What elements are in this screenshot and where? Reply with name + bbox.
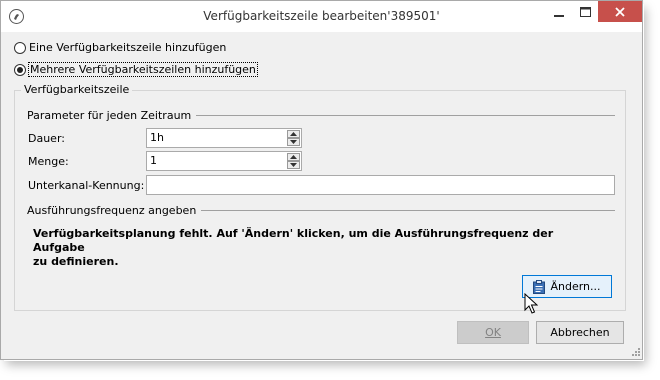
- params-section-title: Parameter für jeden Zeitraum: [27, 109, 192, 122]
- option-single[interactable]: Eine Verfügbarkeitszeile hinzufügen: [14, 41, 226, 54]
- missing-schedule-warning: Verfügbarkeitsplanung fehlt. Auf 'Ändern…: [33, 227, 593, 269]
- duration-label: Dauer:: [28, 132, 65, 145]
- cancel-button-label: Abbrechen: [550, 326, 610, 339]
- duration-spin-buttons: [287, 130, 300, 146]
- close-icon: [615, 6, 625, 17]
- quantity-stepper[interactable]: 1: [146, 151, 302, 171]
- maximize-icon: [580, 6, 591, 17]
- subchannel-label: Unterkanal-Kennung:: [28, 179, 145, 192]
- arrow-up-icon: [290, 132, 297, 136]
- warning-line-1: Verfügbarkeitsplanung fehlt. Auf 'Ändern…: [33, 227, 554, 254]
- duration-value[interactable]: 1h: [150, 131, 164, 144]
- minimize-button[interactable]: [545, 1, 572, 22]
- frequency-section-header: Ausführungsfrequenz angeben: [27, 204, 615, 217]
- quantity-label: Menge:: [28, 155, 69, 168]
- dialog-window: Verfügbarkeitszeile bearbeiten'389501' E…: [0, 0, 643, 360]
- change-button-label: Ändern...: [550, 280, 601, 293]
- ok-button[interactable]: OK: [457, 321, 529, 344]
- duration-down-button[interactable]: [287, 138, 300, 146]
- close-button[interactable]: [598, 1, 642, 22]
- group-title: Verfügbarkeitszeile: [21, 83, 133, 96]
- arrow-down-icon: [290, 163, 297, 167]
- title-bar[interactable]: Verfügbarkeitszeile bearbeiten'389501': [1, 1, 642, 32]
- radio-single[interactable]: [14, 41, 26, 54]
- cancel-button[interactable]: Abbrechen: [536, 321, 624, 344]
- subchannel-input[interactable]: [146, 175, 615, 195]
- option-multiple[interactable]: Mehrere Verfügbarkeitszeilen hinzufügen: [14, 62, 258, 77]
- duration-stepper[interactable]: 1h: [146, 128, 302, 148]
- params-section-header: Parameter für jeden Zeitraum: [27, 109, 615, 122]
- warning-line-2: zu definieren.: [33, 255, 119, 268]
- option-single-label[interactable]: Eine Verfügbarkeitszeile hinzufügen: [29, 41, 226, 54]
- mouse-pointer-icon: [524, 293, 538, 314]
- quantity-spin-buttons: [287, 153, 300, 169]
- ok-button-label: OK: [485, 326, 501, 339]
- arrow-up-icon: [290, 155, 297, 159]
- option-multiple-label[interactable]: Mehrere Verfügbarkeitszeilen hinzufügen: [28, 62, 258, 77]
- arrow-down-icon: [290, 140, 297, 144]
- quantity-up-button[interactable]: [287, 153, 300, 161]
- minimize-icon: [553, 14, 564, 17]
- quantity-value[interactable]: 1: [150, 154, 157, 167]
- frequency-section-title: Ausführungsfrequenz angeben: [27, 204, 197, 217]
- section-divider: [196, 115, 615, 116]
- clipboard-icon: [533, 279, 546, 294]
- duration-up-button[interactable]: [287, 130, 300, 138]
- availability-group: Verfügbarkeitszeile Parameter für jeden …: [14, 83, 626, 311]
- quantity-down-button[interactable]: [287, 161, 300, 169]
- maximize-button[interactable]: [572, 1, 599, 22]
- section-divider: [201, 210, 615, 211]
- radio-multiple[interactable]: [14, 63, 26, 76]
- resize-grip-icon[interactable]: [629, 347, 641, 359]
